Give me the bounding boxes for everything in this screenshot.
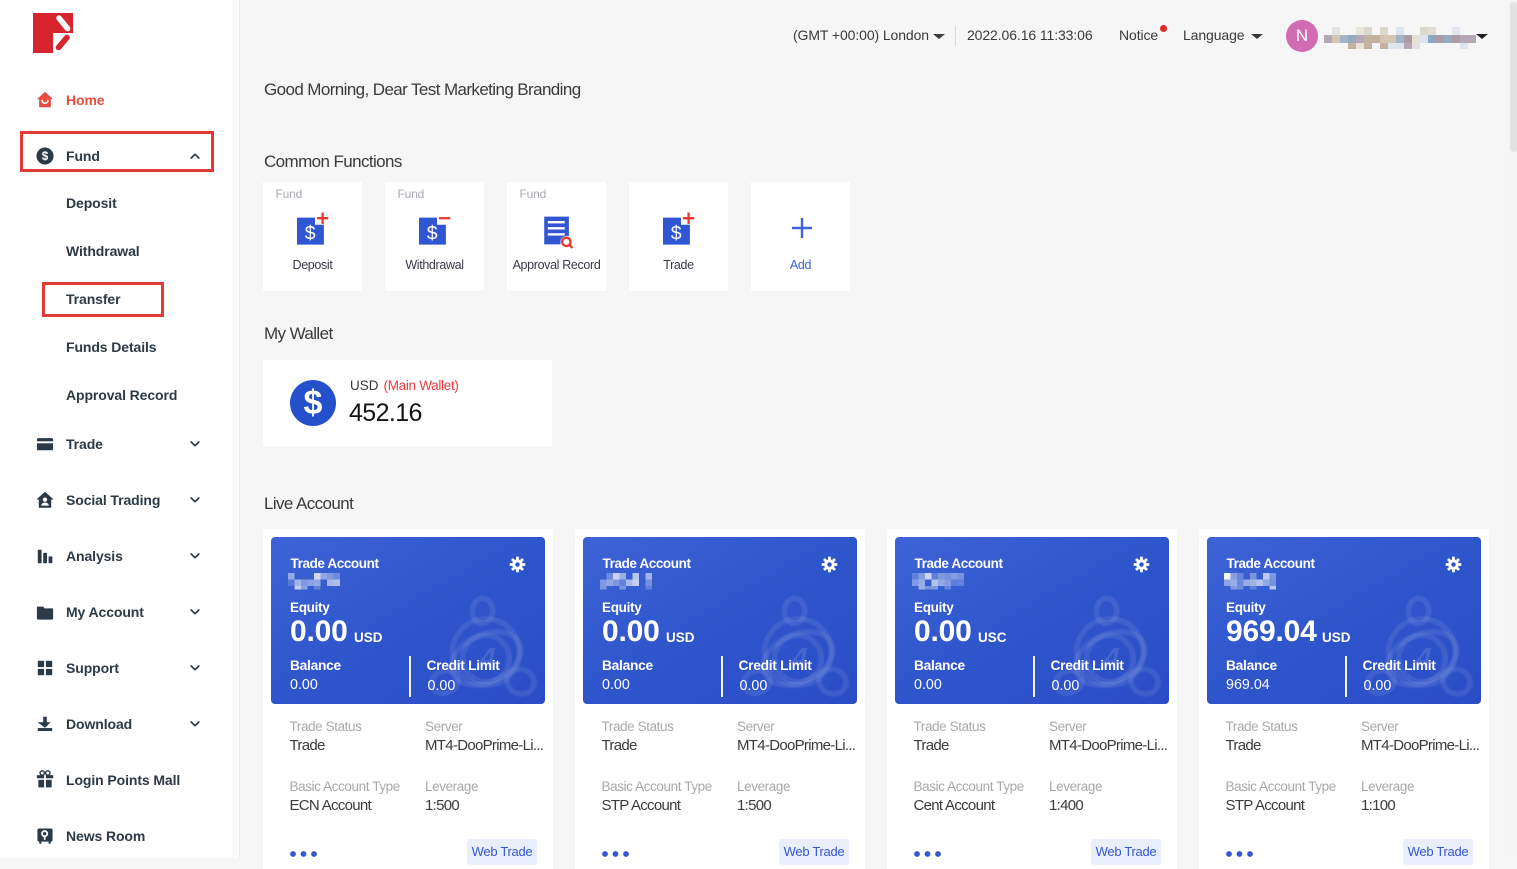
svg-text:$: $	[305, 223, 316, 245]
svg-text:$: $	[427, 223, 438, 245]
svg-text:$: $	[671, 223, 682, 245]
